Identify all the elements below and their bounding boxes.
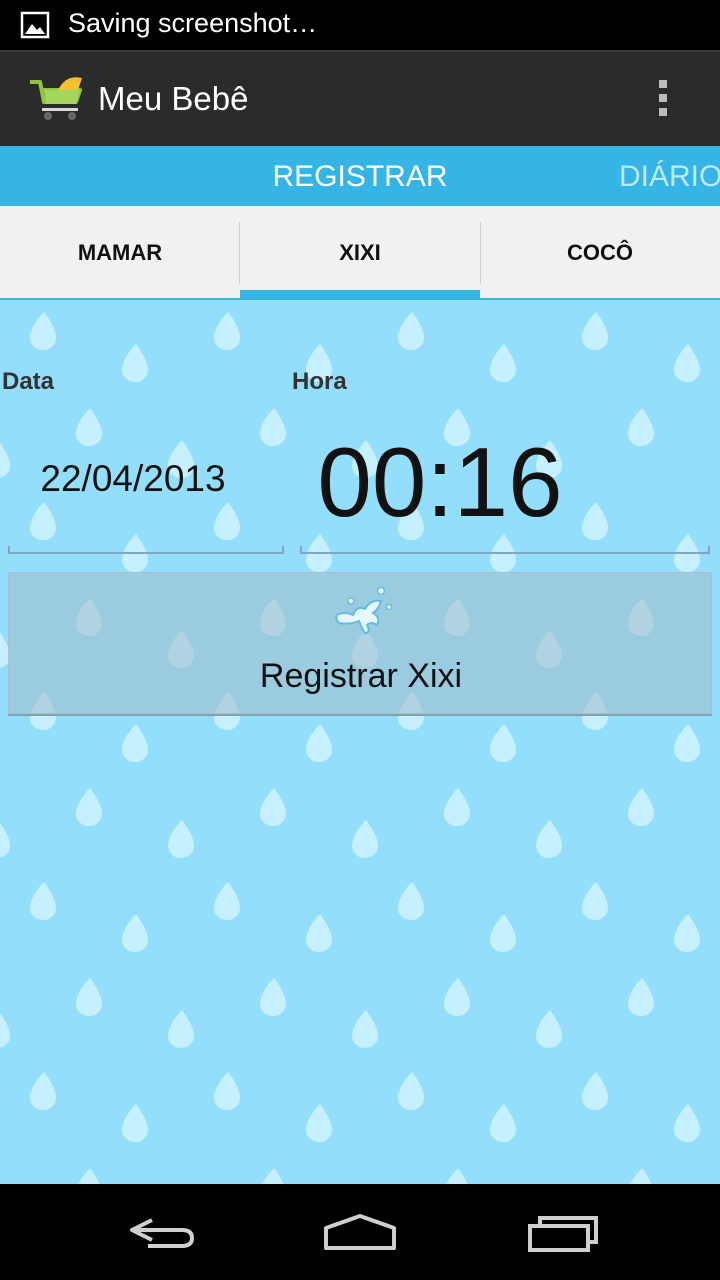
time-label: Hora xyxy=(292,368,347,395)
pager-tab-registrar[interactable]: REGISTRAR xyxy=(0,160,720,194)
app-title: Meu Bebê xyxy=(98,80,249,117)
date-picker[interactable]: 22/04/2013 xyxy=(8,458,258,500)
pager-title-strip: REGISTRAR DIÁRIO xyxy=(0,146,720,206)
splash-icon xyxy=(335,586,393,635)
tab-mamar[interactable]: MAMAR xyxy=(0,206,240,300)
back-icon[interactable] xyxy=(112,1206,212,1258)
content-area: Data Hora 22/04/2013 00:16 Registrar Xix… xyxy=(0,300,720,1184)
date-field-underline xyxy=(8,546,284,554)
home-icon[interactable] xyxy=(310,1206,410,1258)
register-button-label: Registrar Xixi xyxy=(259,657,463,695)
tab-bar: MAMAR XIXI COCÔ xyxy=(0,206,720,300)
time-picker[interactable]: 00:16 xyxy=(300,426,580,539)
recent-apps-icon[interactable] xyxy=(512,1206,612,1258)
status-bar: Saving screenshot… xyxy=(0,0,720,50)
pager-tab-diario[interactable]: DIÁRIO xyxy=(619,160,720,194)
navigation-bar xyxy=(0,1184,720,1280)
baby-stroller-icon[interactable] xyxy=(28,72,86,124)
overflow-menu-icon[interactable] xyxy=(648,80,678,124)
status-text: Saving screenshot… xyxy=(68,8,318,38)
image-notification-icon xyxy=(20,11,50,39)
date-label: Data xyxy=(2,368,55,395)
time-field-underline xyxy=(300,546,710,554)
tab-xixi[interactable]: XIXI xyxy=(240,206,480,300)
action-bar: Meu Bebê xyxy=(0,50,720,146)
tab-cocô[interactable]: COCÔ xyxy=(480,206,720,300)
register-xixi-button[interactable]: Registrar Xixi xyxy=(8,572,712,714)
